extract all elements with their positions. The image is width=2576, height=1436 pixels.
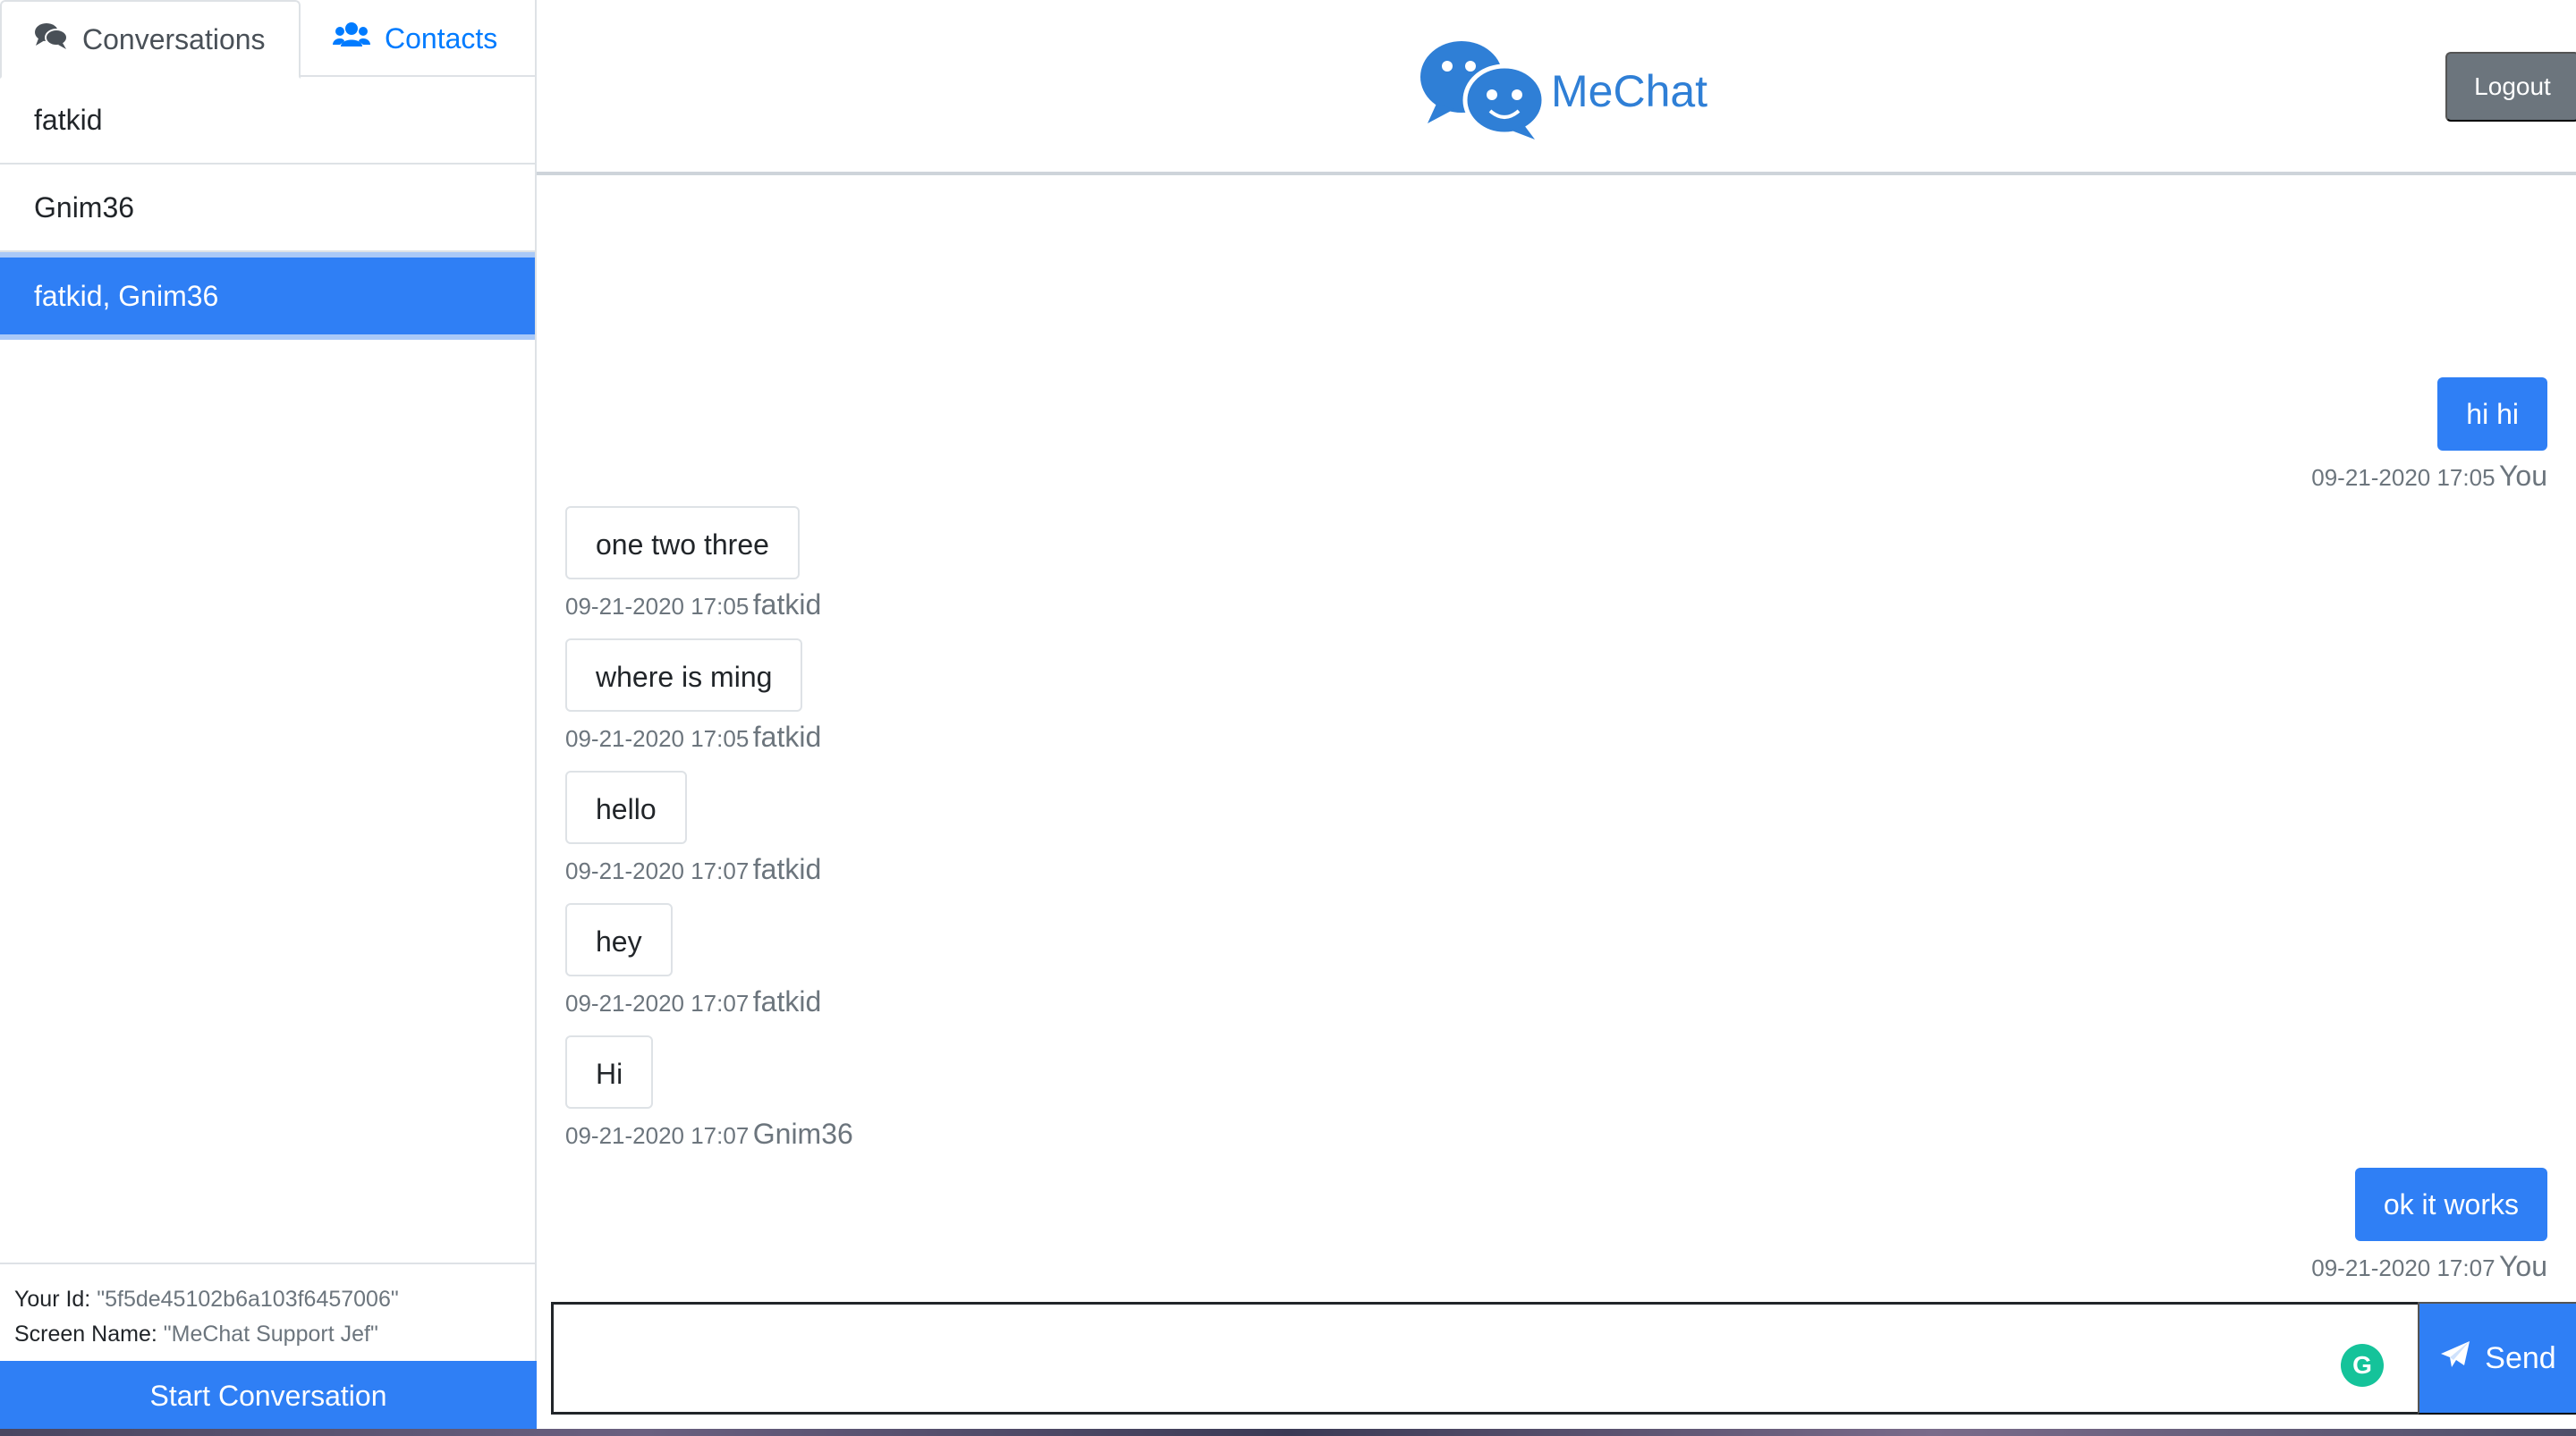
message-time: 09-21-2020 17:05 bbox=[565, 725, 750, 752]
sidebar: Conversations Contacts fatkid Gnim36 fat… bbox=[0, 0, 537, 1431]
chat-panel: MeChat Logout hi hi 09-21-2020 17:05 You… bbox=[537, 0, 2576, 1429]
user-id-value: "5f5de45102b6a103f6457006" bbox=[97, 1287, 399, 1312]
app-window: Conversations Contacts fatkid Gnim36 fat… bbox=[0, 0, 2576, 1436]
user-info: Your Id: "5f5de45102b6a103f6457006" Scre… bbox=[0, 1264, 535, 1352]
conversation-label: fatkid bbox=[34, 103, 103, 136]
message-time: 09-21-2020 17:07 bbox=[565, 1122, 750, 1149]
conversation-item[interactable]: fatkid bbox=[0, 77, 535, 165]
tab-contacts[interactable]: Contacts bbox=[333, 0, 537, 77]
message-bubble: hey bbox=[565, 903, 673, 976]
message-sender: fatkid bbox=[752, 853, 822, 885]
message-meta: 09-21-2020 17:07 Gnim36 bbox=[565, 1118, 853, 1151]
message: Hi 09-21-2020 17:07 Gnim36 bbox=[565, 1035, 853, 1151]
message-sender: fatkid bbox=[752, 588, 822, 621]
header: MeChat Logout bbox=[537, 0, 2576, 175]
message-bubble: hi hi bbox=[2437, 377, 2547, 451]
screen-name-row: Screen Name: "MeChat Support Jef" bbox=[14, 1317, 521, 1352]
conversation-item[interactable]: Gnim36 bbox=[0, 165, 535, 252]
message-composer: G Send bbox=[551, 1302, 2576, 1415]
message: ok it works 09-21-2020 17:07 You bbox=[2311, 1168, 2547, 1283]
message-meta: 09-21-2020 17:07 fatkid bbox=[565, 985, 821, 1018]
comments-icon bbox=[34, 21, 68, 57]
message-time: 09-21-2020 17:05 bbox=[565, 593, 750, 620]
chat-bubbles-icon bbox=[1419, 36, 1546, 146]
message-meta: 09-21-2020 17:07 You bbox=[2311, 1250, 2547, 1283]
message-bubble: hello bbox=[565, 771, 687, 844]
message: hi hi 09-21-2020 17:05 You bbox=[2311, 377, 2547, 493]
send-button[interactable]: Send bbox=[2418, 1302, 2576, 1415]
brand-logo: MeChat bbox=[1419, 36, 1707, 146]
paper-plane-icon bbox=[2440, 1340, 2470, 1377]
conversation-label: Gnim36 bbox=[34, 190, 135, 224]
user-id-row: Your Id: "5f5de45102b6a103f6457006" bbox=[14, 1282, 521, 1317]
tab-conversations-label: Conversations bbox=[82, 22, 266, 55]
desktop-background-strip bbox=[0, 1429, 2576, 1436]
grammarly-icon[interactable]: G bbox=[2341, 1344, 2384, 1387]
tab-contacts-label: Contacts bbox=[385, 21, 498, 55]
message-time: 09-21-2020 17:07 bbox=[2311, 1254, 2496, 1281]
message: one two three 09-21-2020 17:05 fatkid bbox=[565, 506, 821, 621]
message-meta: 09-21-2020 17:05 fatkid bbox=[565, 721, 821, 754]
send-label: Send bbox=[2485, 1340, 2556, 1375]
message-time: 09-21-2020 17:07 bbox=[565, 857, 750, 884]
user-id-label: Your Id: bbox=[14, 1287, 91, 1312]
logout-button[interactable]: Logout bbox=[2445, 52, 2576, 122]
message-bubble: where is ming bbox=[565, 638, 803, 712]
message-meta: 09-21-2020 17:05 fatkid bbox=[565, 588, 821, 621]
message-sender: fatkid bbox=[752, 985, 822, 1018]
sidebar-tabs: Conversations Contacts bbox=[0, 0, 537, 79]
message: hey 09-21-2020 17:07 fatkid bbox=[565, 903, 821, 1018]
message: hello 09-21-2020 17:07 fatkid bbox=[565, 771, 821, 886]
message-sender: You bbox=[2499, 1250, 2547, 1282]
message-bubble: one two three bbox=[565, 506, 800, 579]
message: where is ming 09-21-2020 17:05 fatkid bbox=[565, 638, 821, 754]
conversation-label: fatkid, Gnim36 bbox=[34, 279, 219, 312]
message-list: hi hi 09-21-2020 17:05 You one two three… bbox=[537, 179, 2576, 1302]
screen-name-label: Screen Name: bbox=[14, 1322, 157, 1347]
message-sender: fatkid bbox=[752, 721, 822, 753]
message-sender: You bbox=[2499, 460, 2547, 492]
start-conversation-button[interactable]: Start Conversation bbox=[0, 1361, 537, 1431]
message-input[interactable] bbox=[554, 1305, 2387, 1412]
conversation-list: fatkid Gnim36 fatkid, Gnim36 bbox=[0, 77, 535, 340]
message-bubble: Hi bbox=[565, 1035, 654, 1109]
message-meta: 09-21-2020 17:07 fatkid bbox=[565, 853, 821, 886]
message-time: 09-21-2020 17:05 bbox=[2311, 464, 2496, 491]
brand-name: MeChat bbox=[1551, 65, 1708, 116]
message-bubble: ok it works bbox=[2354, 1168, 2547, 1241]
message-meta: 09-21-2020 17:05 You bbox=[2311, 460, 2547, 493]
message-time: 09-21-2020 17:07 bbox=[565, 990, 750, 1017]
tab-conversations[interactable]: Conversations bbox=[0, 0, 301, 79]
message-sender: Gnim36 bbox=[752, 1118, 853, 1150]
conversation-item-active[interactable]: fatkid, Gnim36 bbox=[0, 252, 535, 340]
screen-name-value: "MeChat Support Jef" bbox=[163, 1322, 378, 1347]
sidebar-footer: Your Id: "5f5de45102b6a103f6457006" Scre… bbox=[0, 1263, 537, 1431]
users-icon bbox=[333, 21, 370, 55]
